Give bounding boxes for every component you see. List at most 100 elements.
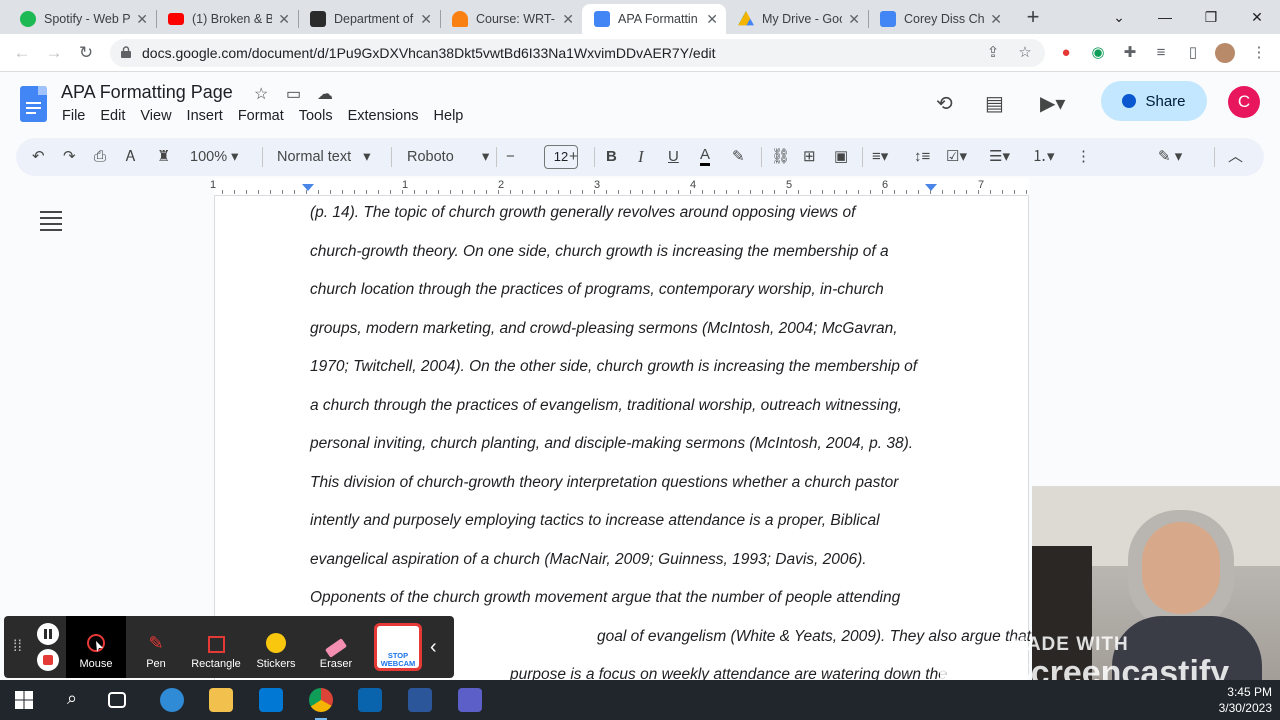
back-icon[interactable]: ← <box>12 43 32 63</box>
numbered-list-icon[interactable]: ⒈▾ <box>1032 147 1055 167</box>
reload-icon[interactable]: ↻ <box>76 43 96 63</box>
hide-menus-icon[interactable]: ︿ <box>1228 147 1243 167</box>
version-history-icon[interactable]: ⟲ <box>936 91 953 116</box>
browser-tab[interactable]: My Drive - Google ✕ <box>726 4 868 34</box>
comments-icon[interactable]: ▤ <box>985 91 1004 116</box>
profile-avatar[interactable] <box>1215 43 1235 63</box>
stop-recording-icon[interactable] <box>37 649 59 671</box>
drag-handle-icon[interactable]: ⁞⁞ <box>13 638 22 656</box>
document-title[interactable]: APA Formatting Page <box>61 82 233 103</box>
spellcheck-icon[interactable]: Ꭺ <box>126 147 136 167</box>
document-line[interactable]: intently and purposely employing tactics… <box>310 512 1031 551</box>
menu-help[interactable]: Help <box>434 108 464 124</box>
share-button[interactable]: Share <box>1101 81 1207 121</box>
browser-tab[interactable]: (1) Broken & Broken ✕ <box>156 4 298 34</box>
browser-tab[interactable]: Course: WRT-1 ✕ <box>440 4 582 34</box>
document-line[interactable]: church location through the practices of… <box>310 281 1031 320</box>
close-icon[interactable]: ✕ <box>706 11 718 28</box>
stickers-tool-button[interactable]: Stickers <box>246 616 306 678</box>
bold-button[interactable]: B <box>606 147 617 167</box>
rectangle-tool-button[interactable]: Rectangle <box>186 616 246 678</box>
media-control-icon[interactable]: ≡ <box>1150 43 1172 63</box>
move-folder-icon[interactable]: ▭ <box>286 84 301 104</box>
left-indent-marker[interactable] <box>302 184 314 191</box>
windows-start-icon[interactable] <box>12 688 36 712</box>
align-left-icon[interactable]: ≡▾ <box>872 147 888 167</box>
bulleted-list-icon[interactable]: ☰▾ <box>989 147 1010 167</box>
puzzle-icon[interactable]: ✚ <box>1119 43 1141 63</box>
menu-extensions[interactable]: Extensions <box>348 108 419 124</box>
font-select[interactable]: Roboto ▾ <box>407 147 489 167</box>
file-explorer-icon[interactable] <box>209 688 233 712</box>
star-icon[interactable]: ☆ <box>254 84 268 104</box>
stop-webcam-button[interactable]: STOP WEBCAM <box>374 623 422 671</box>
share-page-icon[interactable]: ⇪ <box>982 43 1004 63</box>
task-view-icon[interactable] <box>108 692 126 708</box>
word-icon[interactable] <box>408 688 432 712</box>
browser-tab[interactable]: Department of ✕ <box>298 4 440 34</box>
screencastify-extension-icon[interactable]: ● <box>1055 43 1077 63</box>
chrome-menu-icon[interactable]: ⋮ <box>1248 43 1270 63</box>
increase-font-size-icon[interactable]: + <box>569 147 578 167</box>
eraser-tool-button[interactable]: Eraser <box>306 616 366 678</box>
menu-format[interactable]: Format <box>238 108 284 124</box>
insert-image-icon[interactable]: ▣ <box>834 147 848 167</box>
browser-tab-active[interactable]: APA Formatting ✕ <box>582 4 726 34</box>
checklist-icon[interactable]: ☑▾ <box>946 147 967 167</box>
decrease-font-size-icon[interactable]: − <box>506 147 515 167</box>
document-line[interactable]: groups, modern marketing, and crowd-plea… <box>310 320 1031 359</box>
close-icon[interactable]: ✕ <box>420 11 432 28</box>
browser-tab[interactable]: Corey Diss Cha ✕ <box>868 4 1010 34</box>
outline-icon[interactable] <box>40 211 62 235</box>
docs-logo[interactable] <box>20 86 47 122</box>
right-indent-marker[interactable] <box>925 184 937 191</box>
mouse-tool-button[interactable]: Mouse <box>66 616 126 678</box>
document-body[interactable]: (p. 14). The topic of church growth gene… <box>310 204 1031 680</box>
underline-button[interactable]: U <box>668 147 679 167</box>
close-icon[interactable]: ✕ <box>848 11 860 28</box>
forward-icon[interactable]: → <box>44 43 64 63</box>
paragraph-style-select[interactable]: Normal text ▾ <box>277 147 371 167</box>
document-line[interactable]: a church through the practices of evange… <box>310 397 1031 436</box>
document-page[interactable]: (p. 14). The topic of church growth gene… <box>214 196 1031 680</box>
menu-edit[interactable]: Edit <box>100 108 125 124</box>
document-line[interactable]: personal inviting, church planting, and … <box>310 435 1031 474</box>
menu-insert[interactable]: Insert <box>187 108 223 124</box>
cloud-saved-icon[interactable]: ☁ <box>317 84 333 104</box>
search-icon[interactable]: ⌕ <box>60 688 84 712</box>
line-spacing-icon[interactable]: ↕≡ <box>914 147 930 167</box>
undo-icon[interactable]: ↶ <box>32 147 45 167</box>
text-color-button[interactable]: A <box>700 147 711 166</box>
italic-button[interactable]: I <box>638 147 644 167</box>
minimize-button[interactable]: — <box>1142 0 1188 34</box>
document-line[interactable]: 1970; Twitchell, 2004). On the other sid… <box>310 358 1031 397</box>
print-icon[interactable]: ⎙ <box>94 147 106 167</box>
editing-mode-icon[interactable]: ✎ ▾ <box>1158 147 1182 167</box>
menu-file[interactable]: File <box>62 108 85 124</box>
account-avatar[interactable]: C <box>1228 86 1260 118</box>
edge-icon[interactable] <box>160 688 184 712</box>
highlight-color-icon[interactable]: ✎ <box>732 147 745 167</box>
browser-tab[interactable]: Spotify - Web Player ✕ <box>8 4 156 34</box>
bookmark-star-icon[interactable]: ☆ <box>1014 43 1036 63</box>
add-comment-icon[interactable]: ⊞ <box>803 147 816 167</box>
close-icon[interactable]: ✕ <box>990 11 1002 28</box>
close-icon[interactable]: ✕ <box>136 11 148 28</box>
document-line[interactable]: (p. 14). The topic of church growth gene… <box>310 204 1031 243</box>
close-icon[interactable]: ✕ <box>278 11 290 28</box>
document-line[interactable]: This division of church-growth theory in… <box>310 474 1031 513</box>
menu-view[interactable]: View <box>140 108 171 124</box>
outlook-icon[interactable] <box>358 688 382 712</box>
pen-tool-button[interactable]: ✎ Pen <box>126 616 186 678</box>
document-line[interactable]: church-growth theory. On one side, churc… <box>310 243 1031 282</box>
insert-link-icon[interactable]: ⛓ <box>771 147 790 167</box>
new-tab-button[interactable]: + <box>1016 0 1050 34</box>
more-options-icon[interactable]: ⋮ <box>1076 147 1091 167</box>
restore-button[interactable]: ❐ <box>1188 0 1234 34</box>
zoom-select[interactable]: 100% ▾ <box>190 147 238 167</box>
url-bar[interactable]: docs.google.com/document/d/1Pu9GxDXVhcan… <box>110 39 1045 67</box>
redo-icon[interactable]: ↷ <box>63 147 76 167</box>
tab-search-icon[interactable]: ⌄ <box>1096 0 1142 34</box>
teams-icon[interactable] <box>458 688 482 712</box>
system-clock[interactable]: 3:45 PM 3/30/2023 <box>1219 684 1272 716</box>
